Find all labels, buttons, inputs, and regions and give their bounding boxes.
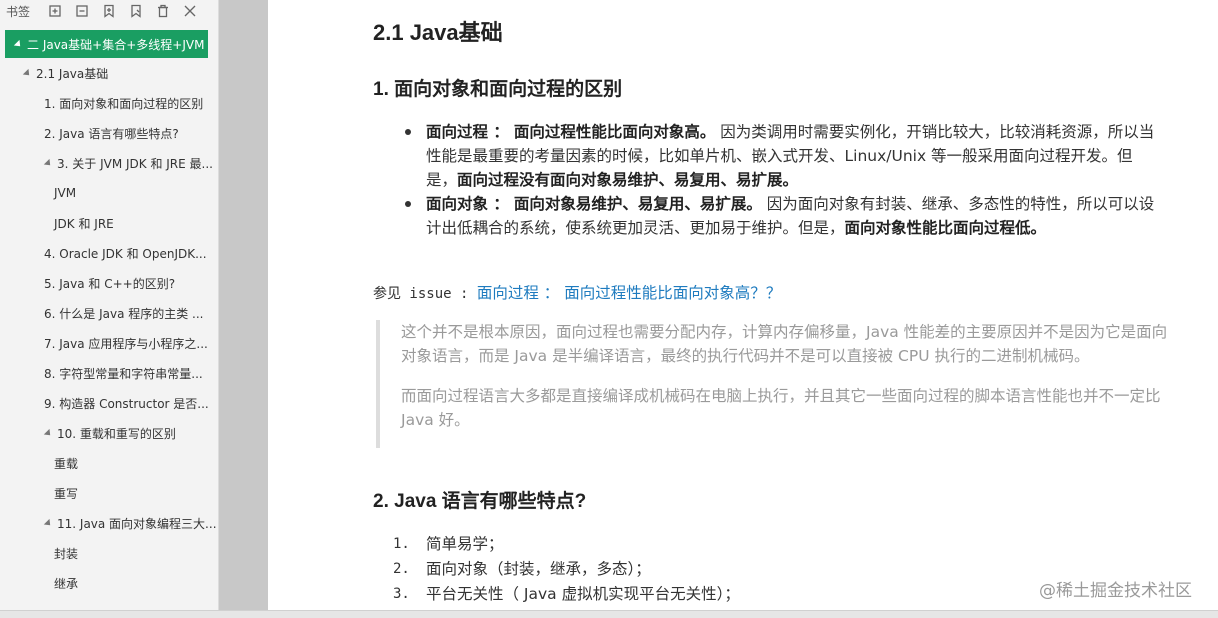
bookmark-item[interactable]: JVM	[0, 178, 218, 208]
bookmark-label: 5. Java 和 C++的区别?	[44, 276, 176, 291]
bookmark-label: 11. Java 面向对象编程三大...	[57, 516, 217, 531]
bullet-sep: ：	[488, 195, 509, 213]
sidebar-toolbar: 书签	[0, 0, 218, 22]
bookmark-icon[interactable]	[102, 4, 116, 18]
bookmark-item[interactable]: 封装	[0, 538, 218, 568]
bookmark-item[interactable]: 7. Java 应用程序与小程序之...	[0, 328, 218, 358]
bookmark-label: 7. Java 应用程序与小程序之...	[44, 336, 208, 351]
issue-link[interactable]: 面向过程 ： 面向过程性能比面向对象高？？	[477, 284, 781, 302]
bookmark-item[interactable]: 4. Oracle JDK 和 OpenJDK...	[0, 238, 218, 268]
list-text: 面向对象（封装，继承，多态）；	[426, 560, 651, 578]
bookmark-item[interactable]: 9. 构造器 Constructor 是否...	[0, 388, 218, 418]
bookmark-label: 二 Java基础+集合+多线程+JVM	[27, 37, 205, 52]
list-text: 简单易学；	[426, 535, 504, 553]
bookmark-item[interactable]: 继承	[0, 568, 218, 598]
quote-paragraph: 这个并不是根本原因，面向过程也需要分配内存，计算内存偏移量，Java 性能差的主…	[401, 323, 1168, 365]
bookmark-label: 3. 关于 JVM JDK 和 JRE 最...	[57, 156, 213, 171]
bookmark-label: 2. Java 语言有哪些特点?	[44, 126, 179, 141]
bullet-bold: 面向过程没有面向对象易维护、易复用、易扩展。	[457, 171, 799, 189]
list-text: 平台无关性（ Java 虚拟机实现平台无关性）；	[426, 585, 740, 603]
close-icon[interactable]	[183, 4, 197, 18]
sidebar-title: 书签	[6, 4, 31, 19]
section-title: 2.1 Java基础	[373, 20, 503, 45]
bookmark-item[interactable]: 6. 什么是 Java 程序的主类 ...	[0, 298, 218, 328]
quote-paragraph: 而面向过程语言大多都是直接编译成机械码在电脑上执行，并且其它一些面向过程的脚本语…	[401, 387, 1161, 429]
bookmark-item[interactable]: JDK 和 JRE	[0, 208, 218, 238]
heading-features: 2. Java 语言有哪些特点?	[373, 491, 587, 512]
see-also: 参见 issue : 面向过程 ： 面向过程性能比面向对象高？？	[373, 281, 781, 303]
bookmark-item[interactable]: 重载	[0, 448, 218, 478]
bookmark-label: 9. 构造器 Constructor 是否...	[44, 396, 209, 411]
document-view: 2.1 Java基础 1. 面向对象和面向过程的区别 面向过程 ： 面向过程性能…	[268, 0, 1218, 610]
watermark: @稀土掘金技术社区	[1039, 581, 1192, 601]
bookmark-tree: 二 Java基础+集合+多线程+JVM 2.1 Java基础 1. 面向对象和面向过…	[0, 30, 218, 598]
bookmark-label: 封装	[54, 546, 79, 561]
bullet-term: 面向过程	[426, 123, 489, 141]
list-item: 1. 简单易学；	[393, 532, 740, 557]
bookmark-label: 重写	[54, 486, 79, 501]
bookmark-label: 10. 重载和重写的区别	[57, 426, 176, 441]
expand-arrow-icon[interactable]	[43, 158, 54, 168]
bookmark-item[interactable]: 11. Java 面向对象编程三大...	[0, 508, 218, 538]
bookmark-label: 6. 什么是 Java 程序的主类 ...	[44, 306, 204, 321]
bullet-term: 面向对象	[426, 195, 489, 213]
bookmark-item[interactable]: 5. Java 和 C++的区别?	[0, 268, 218, 298]
expand-arrow-icon[interactable]	[43, 428, 54, 438]
bookmark-sidebar: 书签 二 Java基础+集合+多线程+JVM 2.1 Java基础 1. 面向对象和…	[0, 0, 219, 610]
bookmark-item[interactable]: 重写	[0, 478, 218, 508]
bookmark-label: 8. 字符型常量和字符串常量...	[44, 366, 203, 381]
bookmark-item[interactable]: 8. 字符型常量和字符串常量...	[0, 358, 218, 388]
bullet-bold: 面向对象易维护、易复用、易扩展。	[513, 195, 762, 213]
bookmark-label: 继承	[54, 576, 79, 591]
bookmark-item[interactable]: 二 Java基础+集合+多线程+JVM	[5, 30, 208, 58]
bookmark-item[interactable]: 1. 面向对象和面向过程的区别	[0, 88, 218, 118]
bookmark-item[interactable]: 10. 重载和重写的区别	[0, 418, 218, 448]
collapse-icon[interactable]	[75, 4, 89, 18]
expand-arrow-icon[interactable]	[22, 68, 33, 78]
delete-icon[interactable]	[156, 4, 170, 18]
bookmark-label: JVM	[54, 186, 77, 200]
bullet-bold: 面向对象性能比面向过程低。	[844, 219, 1047, 237]
scroll-gutter	[219, 0, 268, 610]
expand-arrow-icon[interactable]	[13, 39, 24, 49]
bullet-item: 面向过程 ： 面向过程性能比面向对象高。 因为类调用时需要实例化，开销比较大，比…	[403, 120, 1163, 192]
bookmark-item[interactable]: 2. Java 语言有哪些特点?	[0, 118, 218, 148]
bullet-list: 面向过程 ： 面向过程性能比面向对象高。 因为类调用时需要实例化，开销比较大，比…	[403, 120, 1163, 240]
bullet-bold: 面向过程性能比面向对象高。	[513, 123, 716, 141]
list-item: 2. 面向对象（封装，继承，多态）；	[393, 557, 740, 582]
list-number: 3.	[393, 586, 410, 602]
heading-oop: 1. 面向对象和面向过程的区别	[373, 79, 623, 100]
numbered-list: 1. 简单易学； 2. 面向对象（封装，继承，多态）； 3. 平台无关性（ Java 虚拟…	[393, 532, 740, 607]
see-also-prefix: 参见 issue :	[373, 286, 477, 302]
bookmark-label: JDK 和 JRE	[54, 216, 114, 231]
expand-arrow-icon[interactable]	[43, 518, 54, 528]
list-number: 2.	[393, 561, 410, 577]
bullet-item: 面向对象 ： 面向对象易维护、易复用、易扩展。 因为面向对象有封装、继承、多态性…	[403, 192, 1163, 240]
add-bookmark-icon[interactable]	[48, 4, 62, 18]
bookmark-label: 2.1 Java基础	[36, 66, 109, 81]
bookmark-label: 重载	[54, 456, 79, 471]
bookmark-label: 4. Oracle JDK 和 OpenJDK...	[44, 246, 207, 261]
blockquote: 这个并不是根本原因，面向过程也需要分配内存，计算内存偏移量，Java 性能差的主…	[376, 320, 1181, 448]
bullet-sep: ：	[488, 123, 509, 141]
bookmark-label: 1. 面向对象和面向过程的区别	[44, 96, 204, 111]
bookmark-outline-icon[interactable]	[129, 4, 143, 18]
bookmark-item[interactable]: 3. 关于 JVM JDK 和 JRE 最...	[0, 148, 218, 178]
list-item: 3. 平台无关性（ Java 虚拟机实现平台无关性）；	[393, 582, 740, 607]
bookmark-item[interactable]: 2.1 Java基础	[0, 58, 218, 88]
list-number: 1.	[393, 536, 410, 552]
